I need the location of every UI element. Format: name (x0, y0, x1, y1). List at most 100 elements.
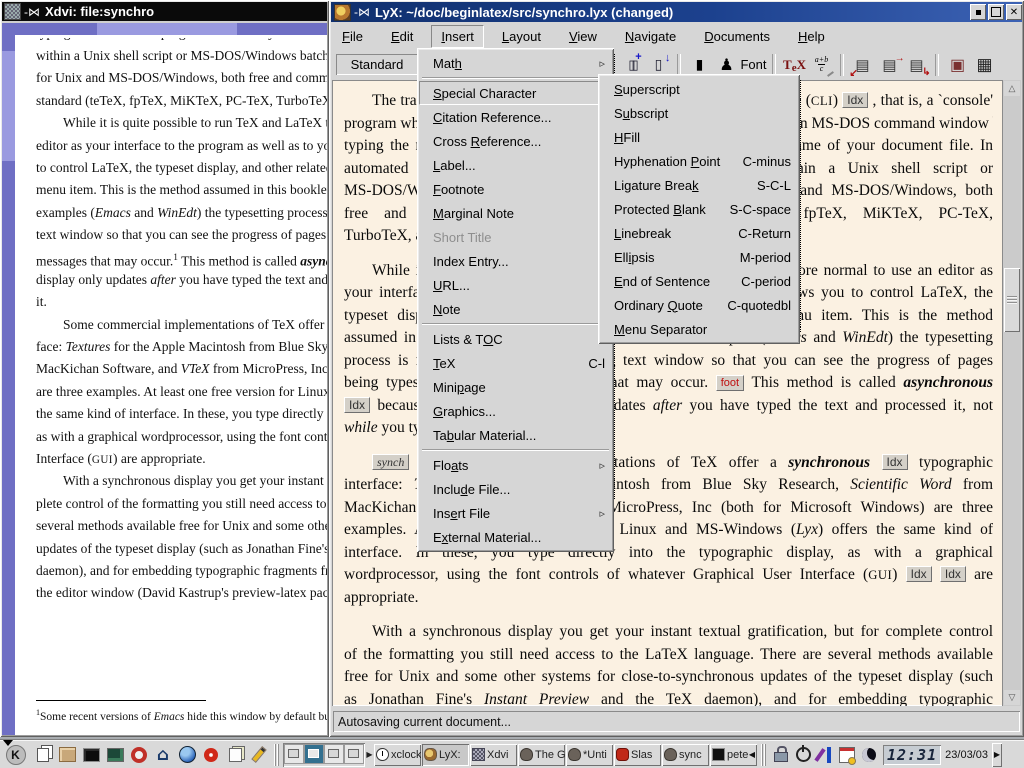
scrollbar-thumb[interactable] (1004, 268, 1020, 332)
index-inset-button[interactable]: Idx (842, 92, 868, 108)
insert-menu-item-note[interactable]: Note (419, 297, 612, 321)
desktop-pager[interactable] (283, 743, 365, 767)
menu-view[interactable]: View (559, 25, 607, 48)
insert-menu-item-marginal-note[interactable]: Marginal Note (419, 201, 612, 225)
lyx-window-menu-icon[interactable]: -⋈ (354, 5, 370, 19)
xdvi-hscroll-thumb[interactable] (97, 23, 237, 35)
insert-menu-item-graphics[interactable]: Graphics... (419, 399, 612, 423)
insert-table-button[interactable] (971, 52, 998, 78)
special-char-item-ordinary-quote[interactable]: Ordinary QuoteC-quotedbl (600, 293, 798, 317)
index-inset-button[interactable]: Idx (882, 454, 908, 470)
menu-file[interactable]: File (332, 25, 373, 48)
insert-footnote-button[interactable] (849, 52, 876, 78)
editor-icon[interactable] (247, 743, 271, 767)
panel-hide-arrow[interactable]: ▶ (992, 743, 1002, 767)
insert-margin-note-button[interactable] (876, 52, 903, 78)
konsole-icon[interactable] (79, 743, 103, 767)
insert-menu-item-insert-file[interactable]: Insert File▹ (419, 501, 612, 525)
document-scrollbar[interactable]: △ ▽ (1002, 80, 1021, 706)
task-button-slas[interactable]: Slas (614, 744, 661, 766)
insert-menu-item-tex[interactable]: TeXC-l (419, 351, 612, 375)
lyx-titlebar[interactable]: -⋈ LyX: ~/doc/beginlatex/src/synchro.lyx… (331, 2, 1022, 22)
insert-menu-item-floats[interactable]: Floats▹ (419, 453, 612, 477)
organizer-tray-icon[interactable] (836, 743, 858, 767)
pager-desktop-3[interactable] (324, 744, 344, 764)
task-button-xdvi[interactable]: Xdvi (470, 744, 517, 766)
insert-menu-item-lists-toc[interactable]: Lists & TOC (419, 327, 612, 351)
layout-combo[interactable]: Standard (336, 54, 418, 75)
menu-layout[interactable]: Layout (492, 25, 551, 48)
knotes-icon[interactable] (223, 743, 247, 767)
pager-desktop-1[interactable] (284, 744, 304, 764)
insert-menu-item-external-material[interactable]: External Material... (419, 525, 612, 549)
special-char-item-superscript[interactable]: Superscript (600, 77, 798, 101)
math-mode-button[interactable]: a+bc (808, 52, 835, 78)
special-char-item-ellipsis[interactable]: EllipsisM-period (600, 245, 798, 269)
insert-menu-item-citation-reference[interactable]: Citation Reference... (419, 105, 612, 129)
pager-desktop-2[interactable] (304, 744, 324, 764)
xdvi-vscroll-thumb[interactable] (2, 51, 15, 161)
special-char-item-end-of-sentence[interactable]: End of SentenceC-period (600, 269, 798, 293)
maximize-button[interactable] (988, 4, 1004, 20)
footnote-inset-button[interactable]: foot (716, 375, 744, 391)
menu-edit[interactable]: Edit (381, 25, 423, 48)
xdvi-window-menu-icon[interactable]: -⋈ (24, 5, 40, 19)
insert-menu-item-label[interactable]: Label... (419, 153, 612, 177)
xdvi-horizontal-scrollbar[interactable] (15, 23, 327, 35)
special-char-item-menu-separator[interactable]: Menu Separator (600, 317, 798, 341)
logout-tray-icon[interactable] (792, 743, 814, 767)
moon-tray-icon[interactable] (858, 743, 880, 767)
pager-desktop-4[interactable] (344, 744, 364, 764)
xdvi-vertical-scrollbar[interactable] (2, 23, 15, 735)
insert-menu-item-tabular-material[interactable]: Tabular Material... (419, 423, 612, 447)
index-inset-button[interactable]: Idx (940, 566, 966, 582)
show-desktop-icon[interactable] (55, 743, 79, 767)
change-depth-button[interactable] (903, 52, 930, 78)
task-button-pete[interactable]: pete◀ (710, 744, 757, 766)
special-char-item-protected-blank[interactable]: Protected BlankS-C-space (600, 197, 798, 221)
close-button[interactable]: ✕ (1006, 4, 1022, 20)
insert-menu-item-include-file[interactable]: Include File... (419, 477, 612, 501)
browser-icon[interactable] (175, 743, 199, 767)
collapsed-inset-button[interactable]: synch (372, 454, 409, 470)
digital-clock[interactable]: 12:31 (883, 745, 941, 765)
window-list-icon[interactable] (31, 743, 55, 767)
panel-handle[interactable] (761, 744, 767, 766)
scroll-up-button[interactable]: △ (1004, 81, 1020, 96)
special-char-item-subscript[interactable]: Subscript (600, 101, 798, 125)
insert-menu-item-special-character[interactable]: Special Character▹ (419, 81, 612, 105)
taskbar-scroll-left-icon[interactable]: ▶ (365, 744, 374, 766)
insert-menu-item-cross-reference[interactable]: Cross Reference... (419, 129, 612, 153)
special-char-item-linebreak[interactable]: LinebreakC-Return (600, 221, 798, 245)
index-inset-button[interactable]: Idx (344, 397, 370, 413)
task-button-theg[interactable]: The G (518, 744, 565, 766)
panel-handle[interactable] (274, 744, 280, 766)
special-char-item-hyphenation-point[interactable]: Hyphenation PointC-minus (600, 149, 798, 173)
help-icon[interactable] (127, 743, 151, 767)
menu-help[interactable]: Help (788, 25, 835, 48)
menu-documents[interactable]: Documents (694, 25, 780, 48)
iconify-button[interactable] (970, 4, 986, 20)
kmail-icon[interactable] (199, 743, 223, 767)
index-inset-button[interactable]: Idx (906, 566, 932, 582)
scroll-down-button[interactable]: ▽ (1004, 690, 1020, 705)
task-button-sync[interactable]: sync (662, 744, 709, 766)
insert-menu-item-math[interactable]: Math▹ (419, 51, 612, 75)
home-icon[interactable]: ⌂ (151, 743, 175, 767)
xdvi-titlebar[interactable]: -⋈ Xdvi: file:synchro (2, 2, 327, 21)
k-menu-button[interactable]: K (2, 743, 29, 767)
menu-navigate[interactable]: Navigate (615, 25, 686, 48)
insert-menu-item-minipage[interactable]: Minipage (419, 375, 612, 399)
insert-figure-button[interactable] (944, 52, 971, 78)
task-button-lyx[interactable]: LyX: (422, 744, 469, 766)
klipper-tray-icon[interactable] (814, 743, 836, 767)
insert-menu-item-footnote[interactable]: Footnote (419, 177, 612, 201)
special-char-item-hfill[interactable]: HFill (600, 125, 798, 149)
special-char-item-ligature-break[interactable]: Ligature BreakS-C-L (600, 173, 798, 197)
insert-menu-item-index-entry[interactable]: Index Entry... (419, 249, 612, 273)
lock-tray-icon[interactable] (770, 743, 792, 767)
menu-insert[interactable]: Insert (431, 25, 484, 48)
task-button-xclock[interactable]: xclock (374, 744, 421, 766)
task-button-unti[interactable]: *Unti (566, 744, 613, 766)
insert-menu-item-url[interactable]: URL... (419, 273, 612, 297)
